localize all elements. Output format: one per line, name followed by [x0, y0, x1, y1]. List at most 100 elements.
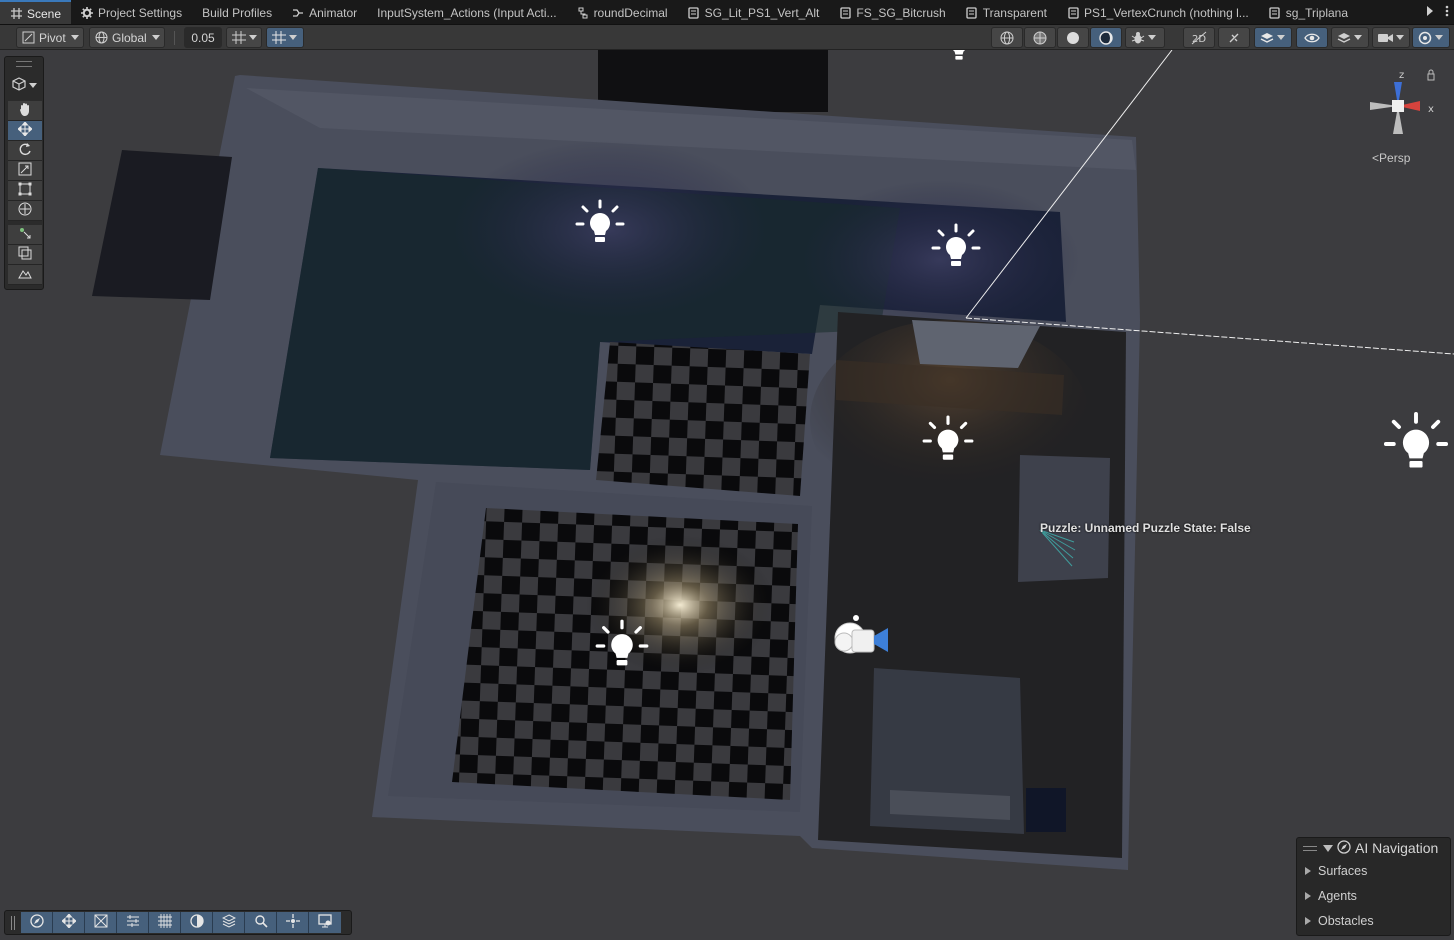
terrain-tool-button[interactable]	[8, 265, 42, 285]
tab-label: SG_Lit_PS1_Vert_Alt	[704, 5, 820, 20]
grid-snap-dropdown[interactable]	[226, 27, 262, 48]
bug-icon	[1131, 31, 1145, 45]
transform-tool-button[interactable]	[8, 201, 42, 221]
shaded-wireframe-sphere-icon	[1033, 31, 1047, 45]
tab-scene[interactable]: Scene	[0, 0, 72, 24]
tab-input-system-actions[interactable]: InputSystem_Actions (Input Acti...	[367, 0, 566, 24]
shading-overlay-button[interactable]	[181, 912, 213, 933]
debug-draw-mode-dropdown[interactable]	[1125, 27, 1165, 48]
chevron-down-icon	[151, 35, 160, 40]
eye-icon	[1304, 32, 1320, 44]
wireframe-shading-button[interactable]	[991, 27, 1023, 48]
ai-nav-item-surfaces[interactable]: Surfaces	[1297, 858, 1450, 883]
snap-increment-field[interactable]: 0.05	[184, 27, 222, 48]
camera-gizmo-icon[interactable]	[830, 612, 890, 662]
gizmo-z-label: z	[1399, 70, 1404, 81]
tab-sg-triplanar[interactable]: sg_Triplana	[1259, 0, 1350, 24]
lit-shading-button[interactable]	[1090, 27, 1122, 48]
rotate-icon	[18, 142, 32, 159]
custom-tool-button[interactable]	[8, 225, 42, 245]
palette-grip[interactable]	[16, 61, 32, 67]
shader-graph-icon	[1269, 6, 1281, 19]
light-bulb-icon[interactable]	[930, 222, 982, 274]
light-bulb-icon[interactable]	[574, 198, 626, 250]
rect-tool-button[interactable]	[8, 181, 42, 201]
panel-grip[interactable]	[1303, 845, 1317, 851]
expand-arrow-icon	[1305, 891, 1311, 900]
gizmos-dropdown[interactable]	[1412, 27, 1450, 48]
layers-dropdown[interactable]	[1331, 27, 1369, 48]
overlay-toolbar	[4, 910, 352, 935]
gear-icon	[81, 6, 94, 19]
lock-icon[interactable]	[1427, 69, 1435, 81]
collider-overlay-button[interactable]	[85, 912, 117, 933]
global-dropdown[interactable]: Global	[89, 27, 165, 48]
search-icon	[254, 914, 268, 931]
scene-camera-dropdown[interactable]	[1372, 27, 1410, 48]
camera-icon	[1378, 32, 1393, 44]
more-options-icon[interactable]	[1445, 5, 1449, 20]
view-options-dropdown[interactable]	[8, 75, 40, 95]
gizmo-center-cube[interactable]	[1392, 100, 1404, 112]
tab-fs-sg-bitcrush[interactable]: FS_SG_Bitcrush	[829, 0, 955, 24]
probuilder-tool-button[interactable]	[8, 245, 42, 265]
layers-icon	[1337, 31, 1351, 45]
ai-nav-item-agents[interactable]: Agents	[1297, 883, 1450, 908]
light-bulb-icon[interactable]	[940, 50, 978, 66]
align-icon	[126, 914, 140, 931]
tab-label: PS1_VertexCrunch (nothing l...	[1084, 5, 1249, 20]
globe-icon	[95, 31, 108, 44]
grid-icon	[272, 31, 286, 44]
grid-overlay-button[interactable]	[149, 912, 181, 933]
tab-project-settings[interactable]: Project Settings	[71, 0, 192, 24]
pivot-overlay-button[interactable]	[277, 912, 309, 933]
shaded-wireframe-button[interactable]	[1024, 27, 1056, 48]
search-overlay-button[interactable]	[245, 912, 277, 933]
wireframe-sphere-icon	[1000, 31, 1014, 45]
ai-navigation-header[interactable]: AI Navigation	[1297, 838, 1450, 858]
ai-nav-item-label: Obstacles	[1318, 913, 1374, 928]
tab-ps1-vertex-crunch[interactable]: PS1_VertexCrunch (nothing l...	[1057, 0, 1259, 24]
toolbar-grip[interactable]	[11, 915, 15, 930]
grid-visibility-dropdown[interactable]	[266, 27, 304, 48]
hand-tool-button[interactable]	[8, 101, 42, 121]
rotate-tool-button[interactable]	[8, 141, 42, 161]
tab-bar: Scene Project Settings Build Profiles An…	[0, 0, 1454, 25]
light-bulb-icon[interactable]	[1382, 410, 1450, 478]
pivot-dropdown[interactable]: Pivot	[16, 27, 84, 48]
hand-icon	[18, 102, 32, 119]
scene-effects-dropdown[interactable]	[1254, 27, 1292, 48]
ai-navigation-title: AI Navigation	[1355, 840, 1439, 856]
tab-build-profiles[interactable]: Build Profiles	[192, 0, 282, 24]
projection-toggle[interactable]: <Persp	[1372, 151, 1410, 165]
rect-transform-icon	[18, 182, 32, 199]
scroll-right-icon[interactable]	[1426, 5, 1434, 19]
toggle-2d-button[interactable]: 2D	[1183, 27, 1215, 48]
scene-viewport[interactable]	[0, 50, 1454, 940]
expand-arrow-icon	[1305, 916, 1311, 925]
move-overlay-button[interactable]	[53, 912, 85, 933]
layers-overlay-button[interactable]	[213, 912, 245, 933]
tab-sg-lit-ps1[interactable]: SG_Lit_PS1_Vert_Alt	[678, 0, 830, 24]
light-bulb-icon[interactable]	[594, 618, 650, 674]
scale-tool-button[interactable]	[8, 161, 42, 181]
tab-round-decimal[interactable]: roundDecimal	[567, 0, 678, 24]
scene-visibility-button[interactable]	[1296, 27, 1328, 48]
camera-overlay-button[interactable]	[309, 912, 341, 933]
unlit-shading-button[interactable]	[1057, 27, 1089, 48]
gizmo-x-label: x	[1428, 104, 1434, 115]
tab-transparent[interactable]: Transparent	[956, 0, 1057, 24]
terrain-icon	[18, 266, 32, 283]
chevron-down-icon	[1435, 35, 1443, 40]
ai-navigation-overlay-button[interactable]	[21, 912, 53, 933]
tab-label: InputSystem_Actions (Input Acti...	[377, 5, 557, 20]
ai-nav-item-obstacles[interactable]: Obstacles	[1297, 908, 1450, 933]
chevron-down-icon	[1148, 35, 1156, 40]
collapse-arrow-icon[interactable]	[1323, 844, 1333, 852]
chevron-down-icon	[1354, 35, 1362, 40]
tab-animator[interactable]: Animator	[282, 0, 367, 24]
lighting-toggle-button[interactable]	[1218, 27, 1250, 48]
light-bulb-icon[interactable]	[921, 414, 975, 468]
align-overlay-button[interactable]	[117, 912, 149, 933]
move-tool-button[interactable]	[8, 121, 42, 141]
